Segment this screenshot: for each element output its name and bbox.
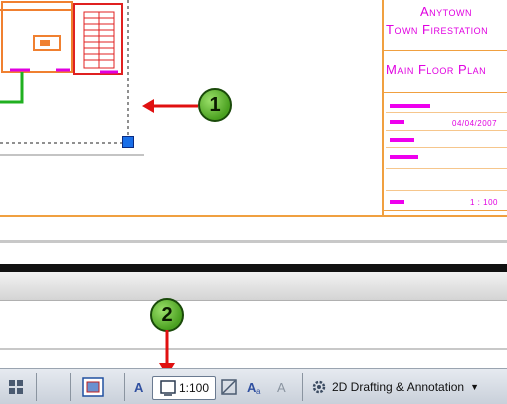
scale-toggle-icon [221,379,237,395]
titleblock-line2: Town Firestation [386,22,489,37]
titleblock-line1: Anytown [420,4,473,19]
divider-line [0,240,507,243]
model-icon [9,380,23,394]
svg-text:A: A [277,380,286,395]
titleblock-scale: 1 : 100 [470,198,498,207]
annotation-scale-button[interactable]: 1:100 [152,376,216,400]
model-button[interactable] [4,376,28,398]
callout-1: 1 [198,88,232,122]
layout-icon [82,377,104,397]
auto-scale-button[interactable]: A a [244,376,268,398]
svg-text:a: a [256,387,261,396]
workspace-gear-icon [312,380,326,394]
annotation-visibility-icon: A [134,380,144,395]
annotation-scale-label: 1:100 [178,381,210,395]
titleblock-date: 04/04/2007 [452,119,498,128]
auto-scale-icon: A a [247,380,261,396]
sheet-border [0,215,507,217]
drawing-area[interactable]: 1 Anytown Town Firestation Main Floor Pl… [0,0,507,222]
floor-plan [0,0,144,156]
annotation-scale-visibility-button[interactable] [218,376,240,398]
annotation-monitor-button[interactable]: A [272,376,294,398]
titleblock-line3: Main Floor Plan [386,62,487,77]
tab-strip [0,272,507,301]
workspace-label: 2D Drafting & Annotation [332,380,465,394]
divider-line-2 [0,348,507,350]
svg-text:A: A [134,380,144,395]
annotation-visibility-button[interactable]: A [130,376,150,398]
status-bar: A 1:100 A a A 2D Drafting & Annotation ▼ [0,368,507,404]
viewport-grip[interactable] [122,136,134,148]
callout-2: 2 [150,298,184,332]
titleblock-border [382,0,384,215]
layout-button[interactable] [80,376,106,398]
annotation-monitor-icon: A [277,380,286,395]
callout-arrow-1 [142,99,198,113]
window-edge [0,264,507,272]
annotation-scale-icon [160,380,176,396]
dropdown-arrow-icon: ▼ [470,382,480,392]
workspace-switch-button[interactable]: 2D Drafting & Annotation ▼ [310,376,502,398]
